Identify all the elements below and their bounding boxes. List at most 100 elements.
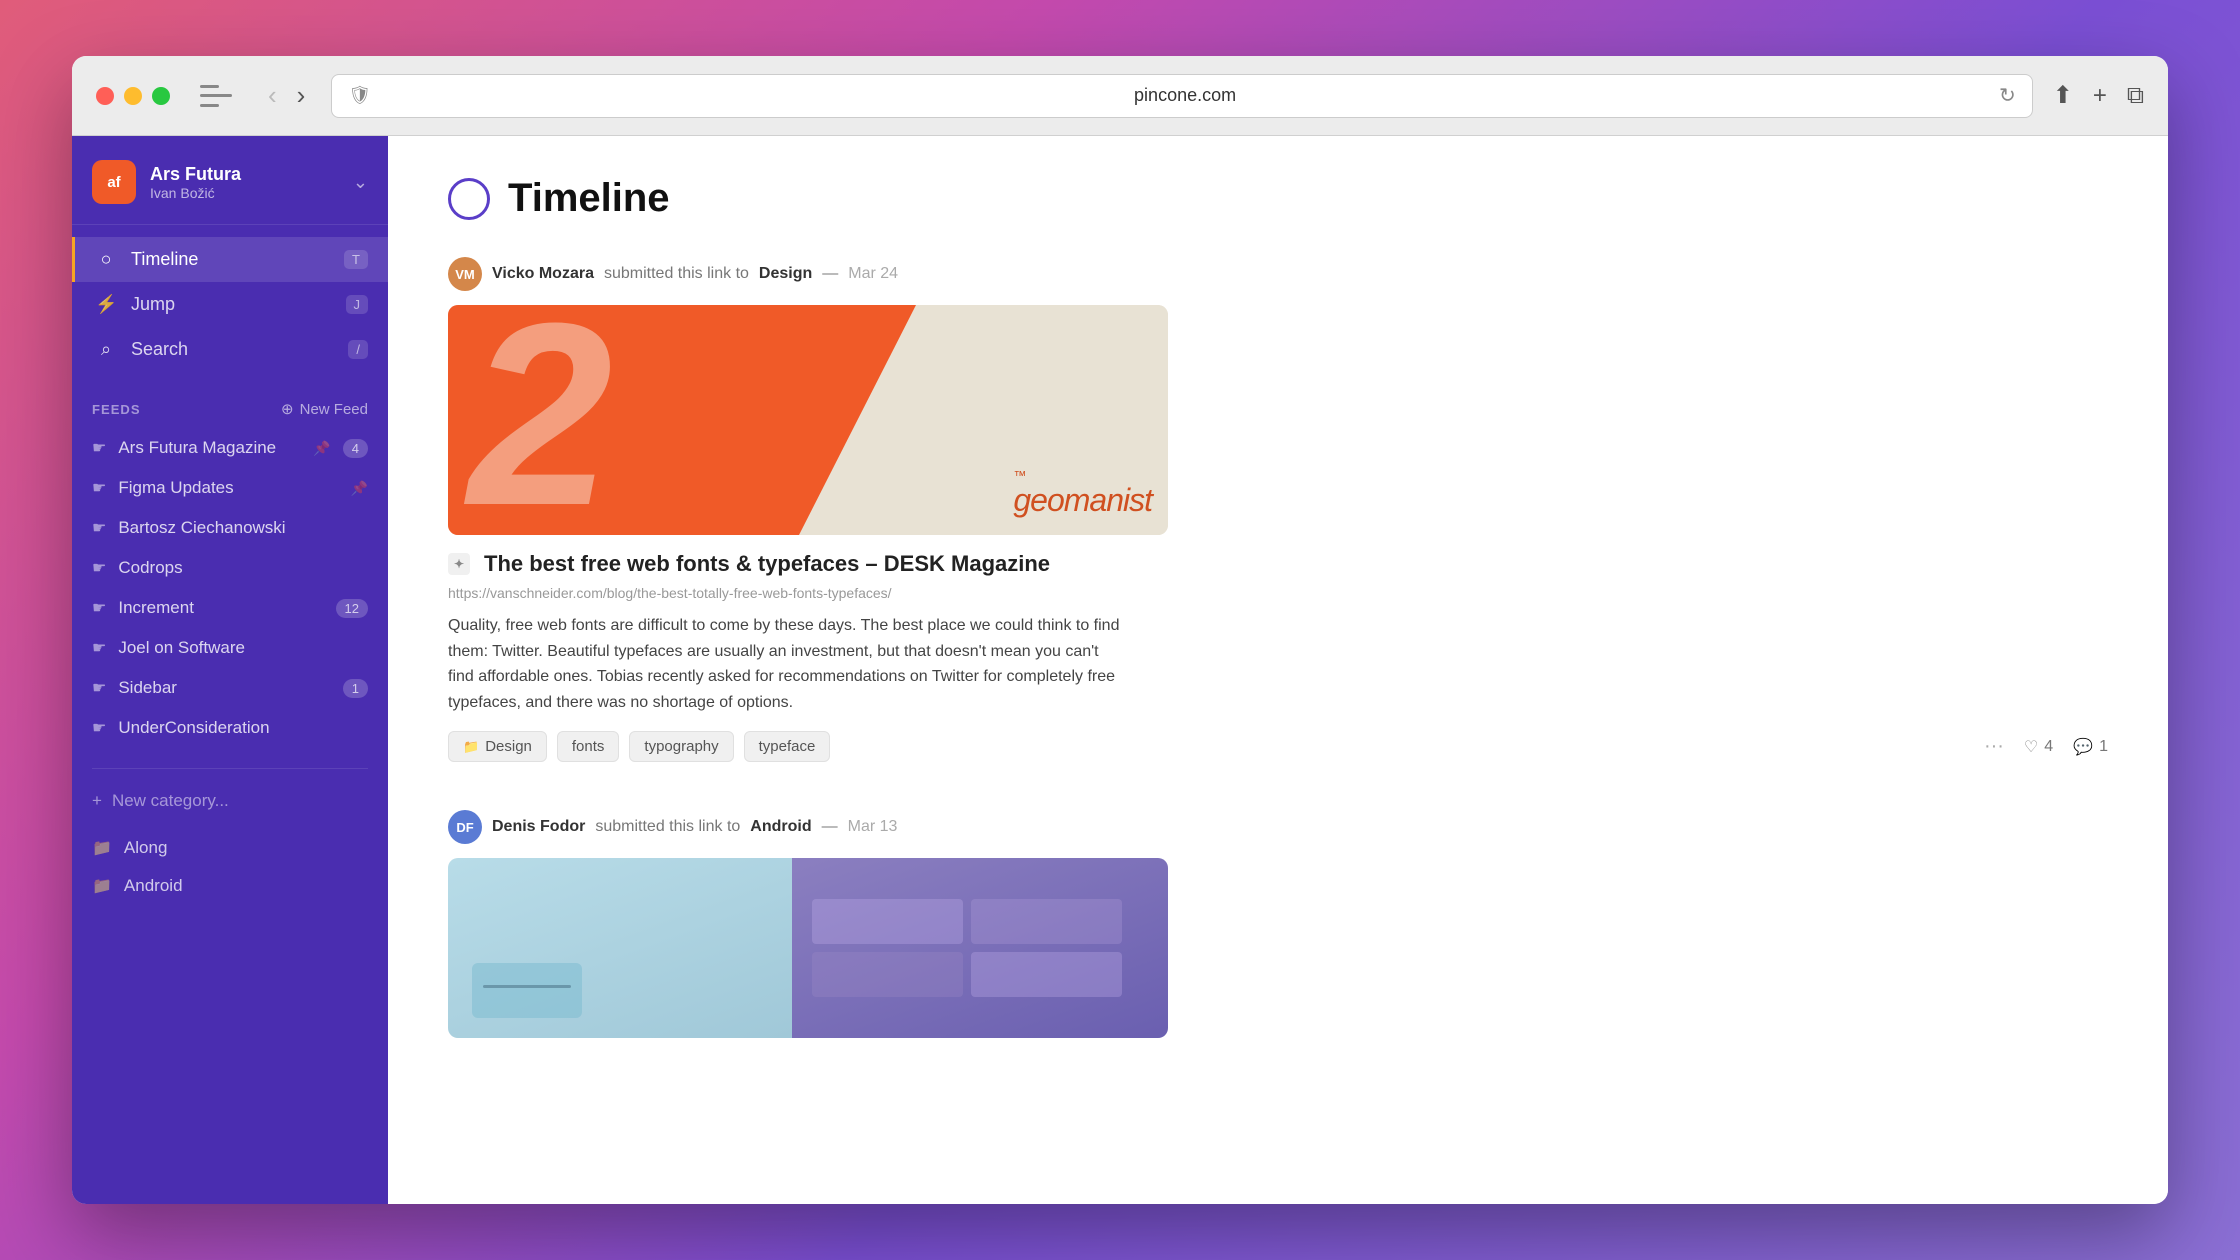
feed-badge: 4 [343, 439, 368, 458]
traffic-light-yellow[interactable] [124, 87, 142, 105]
share-button[interactable]: ⬆ [2053, 81, 2073, 110]
comment-count: 1 [2099, 738, 2108, 756]
article-image-2 [448, 858, 1168, 1038]
heart-icon: ♡ [2024, 737, 2038, 757]
feed-item-increment[interactable]: ☛ Increment 12 [92, 588, 368, 628]
sidebar-header-text: Ars Futura Ivan Božić [150, 164, 339, 201]
category-item-android[interactable]: 📁 Android [92, 867, 368, 905]
feed-name: Ars Futura Magazine [118, 438, 297, 458]
feeds-section: FEEDS ⊕ New Feed ☛ Ars Futura Magazine 📌… [72, 384, 388, 756]
reload-button[interactable]: ↻ [1999, 83, 2016, 108]
more-options-button[interactable]: ··· [1984, 735, 2004, 758]
submission-text: submitted this link to [595, 818, 740, 836]
feed-badge: 1 [343, 679, 368, 698]
rss-icon: ☛ [92, 598, 106, 618]
rss-icon: ☛ [92, 478, 106, 498]
folder-icon: 📁 [463, 739, 479, 755]
tabs-button[interactable]: ⧉ [2127, 82, 2144, 110]
article-card: VM Vicko Mozara submitted this link to D… [448, 257, 2108, 762]
feed-name: Increment [118, 598, 323, 618]
app-logo: af [92, 160, 136, 204]
feed-item-underconsideration[interactable]: ☛ UnderConsideration [92, 708, 368, 748]
folder-icon: 📁 [92, 876, 112, 896]
tag-fonts[interactable]: fonts [557, 731, 620, 762]
category-name: Android [124, 876, 183, 896]
feed-name: Figma Updates [118, 478, 334, 498]
feeds-title: FEEDS [92, 402, 141, 417]
article-card-2: DF Denis Fodor submitted this link to An… [448, 810, 2108, 1038]
tag-typography[interactable]: typography [629, 731, 733, 762]
feed-item-bartosz[interactable]: ☛ Bartosz Ciechanowski [92, 508, 368, 548]
submitter-name: Denis Fodor [492, 818, 585, 836]
submission-dash: — [822, 265, 838, 283]
forward-button[interactable]: › [291, 78, 312, 113]
user-name: Ivan Božić [150, 185, 339, 201]
avatar: DF [448, 810, 482, 844]
sidebar-item-search[interactable]: ⌕ Search / [72, 327, 388, 372]
submission-text: submitted this link to [604, 265, 749, 283]
comment-icon: 💬 [2073, 737, 2093, 757]
category-section: 📁 Along 📁 Android [72, 821, 388, 913]
sidebar-toggle-button[interactable] [200, 85, 232, 107]
address-bar[interactable]: 🛡 pincone.com ↻ [331, 74, 2032, 118]
feed-name: Bartosz Ciechanowski [118, 518, 368, 538]
like-button[interactable]: ♡ 4 [2024, 737, 2053, 757]
back-button[interactable]: ‹ [262, 78, 283, 113]
feed-item-sidebar[interactable]: ☛ Sidebar 1 [92, 668, 368, 708]
feed-name: Codrops [118, 558, 368, 578]
rss-icon: ☛ [92, 678, 106, 698]
shortcut-badge: T [344, 250, 368, 269]
new-feed-button[interactable]: ⊕ New Feed [281, 400, 368, 418]
pin-icon: 📌 [313, 440, 330, 457]
traffic-light-green[interactable] [152, 87, 170, 105]
submitter-name: Vicko Mozara [492, 265, 594, 283]
app-sidebar: af Ars Futura Ivan Božić ⌄ ○ Timeline T … [72, 136, 388, 1204]
lightning-icon: ⚡ [95, 294, 117, 315]
sidebar-item-jump[interactable]: ⚡ Jump J [72, 282, 388, 327]
sidebar-item-timeline[interactable]: ○ Timeline T [72, 237, 388, 282]
submission-date: Mar 13 [848, 818, 898, 836]
browser-actions: ⬆ + ⧉ [2053, 81, 2144, 110]
tag-design[interactable]: 📁 Design [448, 731, 547, 762]
traffic-light-red[interactable] [96, 87, 114, 105]
new-tab-button[interactable]: + [2093, 82, 2107, 110]
shortcut-badge: / [348, 340, 368, 359]
browser-content: af Ars Futura Ivan Božić ⌄ ○ Timeline T … [72, 136, 2168, 1204]
page-title: Timeline [508, 176, 670, 221]
avatar: VM [448, 257, 482, 291]
category-name: Along [124, 838, 167, 858]
submission-channel: Design [759, 265, 812, 283]
tag-typeface[interactable]: typeface [744, 731, 831, 762]
feed-item-ars-futura[interactable]: ☛ Ars Futura Magazine 📌 4 [92, 428, 368, 468]
shortcut-badge: J [346, 295, 369, 314]
submission-channel: Android [750, 818, 811, 836]
browser-window: ‹ › 🛡 pincone.com ↻ ⬆ + ⧉ af Ars Futura [72, 56, 2168, 1204]
search-icon: ⌕ [95, 339, 117, 360]
divider [92, 768, 368, 769]
feed-item-figma[interactable]: ☛ Figma Updates 📌 [92, 468, 368, 508]
submission-dash: — [822, 818, 838, 836]
rss-icon: ☛ [92, 558, 106, 578]
comment-button[interactable]: 💬 1 [2073, 737, 2108, 757]
article-actions: ··· ♡ 4 💬 1 [1984, 735, 2108, 758]
article-image: 2 ™ geomanist [448, 305, 1168, 535]
feed-name: Sidebar [118, 678, 330, 698]
article-description: Quality, free web fonts are difficult to… [448, 613, 1128, 715]
rss-icon: ☛ [92, 438, 106, 458]
new-category-button[interactable]: + New category... [72, 781, 388, 821]
article-url[interactable]: https://vanschneider.com/blog/the-best-t… [448, 585, 2108, 601]
submission-date: Mar 24 [848, 265, 898, 283]
feed-item-joel[interactable]: ☛ Joel on Software [92, 628, 368, 668]
feed-item-codrops[interactable]: ☛ Codrops [92, 548, 368, 588]
page-header: Timeline [448, 176, 2108, 221]
nav-arrows: ‹ › [262, 78, 311, 113]
feed-name: UnderConsideration [118, 718, 368, 738]
sidebar-header[interactable]: af Ars Futura Ivan Božić ⌄ [72, 136, 388, 225]
timeline-circle-icon [448, 178, 490, 220]
rss-icon: ☛ [92, 638, 106, 658]
rss-icon: ☛ [92, 718, 106, 738]
feeds-header: FEEDS ⊕ New Feed [92, 400, 368, 418]
category-item-along[interactable]: 📁 Along [92, 829, 368, 867]
article-title: ✦ The best free web fonts & typefaces – … [448, 551, 2108, 577]
source-icon: ✦ [448, 553, 470, 575]
